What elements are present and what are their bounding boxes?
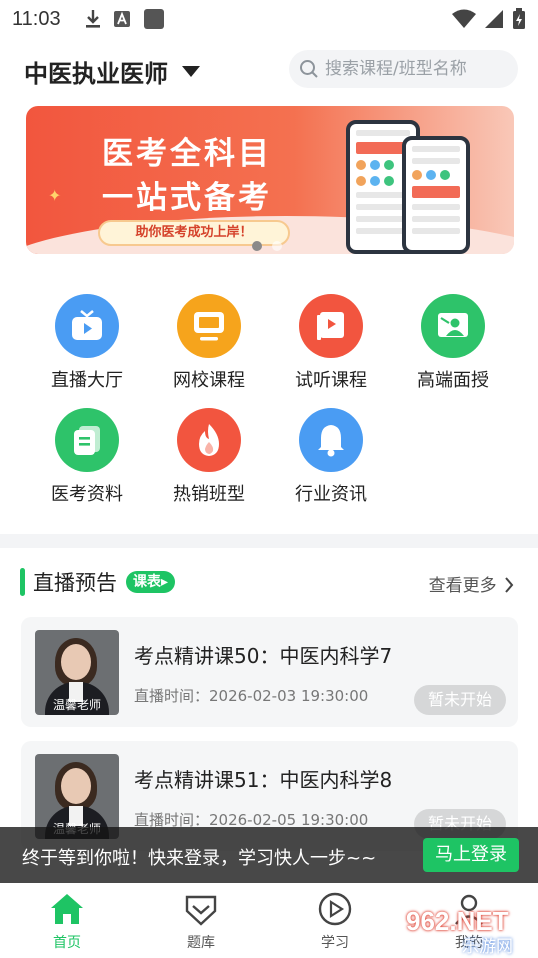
grid-label: 行业资讯 xyxy=(295,484,367,505)
nav-label: 首页 xyxy=(53,935,81,951)
play-icon xyxy=(315,889,355,929)
live-title: 考点精讲课51：中医内科学8 xyxy=(134,768,393,792)
grid-label: 直播大厅 xyxy=(51,370,123,391)
grid-label: 热销班型 xyxy=(173,484,245,505)
watermark-text: 乐游网 xyxy=(462,937,513,957)
indicator-dot[interactable] xyxy=(272,241,282,251)
status-time: 11:03 xyxy=(12,7,61,30)
search-input[interactable] xyxy=(325,59,505,79)
view-more-link[interactable]: 查看更多 xyxy=(429,571,514,596)
grid-item-live-hall[interactable]: 直播大厅 xyxy=(26,294,148,392)
chevron-right-icon xyxy=(505,577,514,593)
battery-icon xyxy=(513,8,525,29)
download-icon xyxy=(85,10,100,28)
section-accent-bar xyxy=(20,568,25,596)
nav-item-question-bank[interactable]: 题库 xyxy=(161,889,241,952)
face-teaching-icon xyxy=(421,294,485,358)
grid-item-face-teaching[interactable]: 高端面授 xyxy=(392,294,514,392)
schedule-badge[interactable]: 课表▸ xyxy=(126,571,176,593)
nav-label: 题库 xyxy=(187,935,215,951)
exam-title: 中医执业医师 xyxy=(24,60,168,88)
banner-title-line1: 医考全科目 xyxy=(102,136,272,172)
banner-title-line2: 一站式备考 xyxy=(102,180,272,216)
grid-item-online-courses[interactable]: 网校课程 xyxy=(148,294,270,392)
nav-label: 学习 xyxy=(321,935,349,951)
indicator-dot[interactable] xyxy=(252,241,262,251)
grid-label: 高端面授 xyxy=(417,370,489,391)
live-card[interactable]: 温馨老师 考点精讲课50：中医内科学7 直播时间：2026-02-03 19:3… xyxy=(21,617,518,727)
home-icon xyxy=(47,889,87,929)
phone-mockup xyxy=(402,136,470,254)
caret-down-icon xyxy=(182,66,200,77)
square-app-icon xyxy=(143,9,164,29)
grid-label: 医考资料 xyxy=(51,484,123,505)
wifi-icon xyxy=(452,9,476,28)
sparkle-icon: ✦ xyxy=(48,186,62,205)
grid-item-hot-classes[interactable]: 热销班型 xyxy=(148,408,270,506)
bell-icon xyxy=(299,408,363,472)
grid-item-trial-courses[interactable]: 试听课程 xyxy=(270,294,392,392)
grid-item-industry-news[interactable]: 行业资讯 xyxy=(270,408,392,506)
promo-banner[interactable]: ✦ 医考全科目 一站式备考 助你医考成功上岸！ xyxy=(26,106,514,254)
teacher-name: 温馨老师 xyxy=(52,698,101,712)
search-icon xyxy=(300,60,318,78)
section-title: 直播预告 xyxy=(33,571,117,595)
nav-item-home[interactable]: 首页 xyxy=(27,889,107,952)
section-divider xyxy=(0,534,538,548)
nav-item-study[interactable]: 学习 xyxy=(295,889,375,952)
login-prompt-text: 终于等到你啦！快来登录，学习快人一步~~ xyxy=(22,848,377,869)
font-app-icon xyxy=(113,11,130,27)
grid-item-exam-materials[interactable]: 医考资料 xyxy=(26,408,148,506)
live-time: 直播时间：2026-02-03 19:30:00 xyxy=(134,687,369,705)
fire-icon xyxy=(177,408,241,472)
search-box[interactable] xyxy=(289,50,518,88)
login-button[interactable]: 马上登录 xyxy=(423,838,519,872)
grid-label: 网校课程 xyxy=(173,370,245,391)
login-prompt-bar: 终于等到你啦！快来登录，学习快人一步~~ 马上登录 xyxy=(0,827,538,883)
question-bank-icon xyxy=(181,889,221,929)
view-more-label: 查看更多 xyxy=(428,576,497,596)
documents-icon xyxy=(55,408,119,472)
status-badge: 暂未开始 xyxy=(414,685,506,715)
grid-label: 试听课程 xyxy=(295,370,367,391)
video-book-icon xyxy=(299,294,363,358)
tv-icon xyxy=(55,294,119,358)
status-bar: 11:03 xyxy=(0,0,538,38)
exam-selector[interactable]: 中医执业医师 xyxy=(24,54,200,89)
banner-indicators xyxy=(252,241,282,251)
teacher-photo: 温馨老师 xyxy=(35,630,119,715)
monitor-icon xyxy=(177,294,241,358)
live-preview-header: 直播预告 课表▸ 查看更多 xyxy=(20,566,518,598)
signal-icon xyxy=(485,10,503,28)
site-watermark: 962.NET 乐游网 xyxy=(398,906,538,958)
live-title: 考点精讲课50：中医内科学7 xyxy=(134,644,393,668)
header: 中医执业医师 xyxy=(0,44,538,94)
